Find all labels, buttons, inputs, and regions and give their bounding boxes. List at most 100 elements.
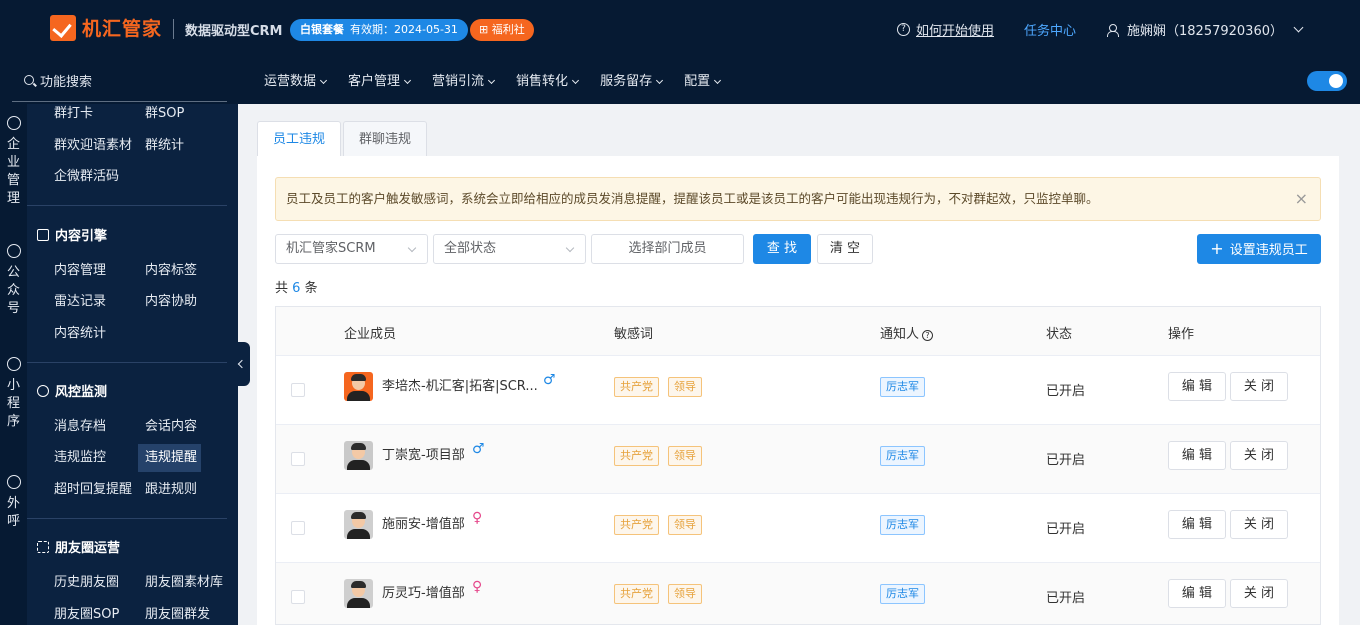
edit-button[interactable]: 编 辑 — [1168, 510, 1226, 539]
top-header: 机汇管家 数据驱动型CRM 白银套餐 有效期：2024-05-31 ⊞ 福利社 ?… — [0, 0, 1360, 59]
disable-button[interactable]: 关 闭 — [1230, 510, 1288, 539]
sidebar-item[interactable]: 消息存档 — [54, 413, 145, 441]
avatar-body — [347, 460, 370, 470]
main-content: 员工违规 群聊违规 员工及员工的客户触发敏感词，系统会立即给相应的成员发消息提醒… — [257, 104, 1339, 625]
avatar-body — [347, 391, 370, 401]
count-prefix: 共 — [275, 281, 289, 296]
sidebar-section-content[interactable]: 内容引擎 — [37, 225, 107, 244]
row-checkbox[interactable] — [291, 383, 305, 397]
menu-label: 客户管理 — [348, 74, 401, 89]
sidebar-item[interactable]: 雷达记录 — [54, 288, 145, 316]
member-name: 李培杰-机汇客|拓客|SCR... — [382, 379, 538, 394]
section-title: 内容引擎 — [55, 229, 108, 244]
sidebar-item[interactable]: 朋友圈群发 — [145, 601, 236, 625]
select-value: 机汇管家SCRM — [286, 241, 376, 256]
avatar-hair — [351, 512, 366, 519]
add-violation-employee-button[interactable]: + 设置违规员工 — [1197, 234, 1321, 264]
sidebar-item[interactable]: 内容管理 — [54, 257, 145, 285]
divider — [173, 19, 174, 39]
sidebar-item[interactable]: 企微群活码 — [54, 163, 145, 191]
task-center-link[interactable]: 任务中心 — [1024, 20, 1076, 39]
table-row: 施丽安-增值部 ♀ 共产党 领导 厉志军 已开启 编 辑 关 闭 — [276, 494, 1320, 563]
row-checkbox[interactable] — [291, 590, 305, 604]
sidebar-row: 雷达记录 内容协助 — [54, 288, 236, 316]
sidebar-item[interactable]: 内容统计 — [54, 320, 145, 348]
avatar-hair — [351, 443, 366, 450]
sidebar-item[interactable]: 朋友圈素材库 — [145, 569, 236, 597]
sidebar-item[interactable]: 历史朋友圈 — [54, 569, 145, 597]
edit-button[interactable]: 编 辑 — [1168, 579, 1226, 608]
member-name: 施丽安-增值部 — [382, 517, 465, 532]
sidebar-item[interactable]: 群统计 — [145, 132, 236, 160]
sidebar-item[interactable]: 跟进规则 — [145, 476, 236, 504]
sidebar-item[interactable]: 违规监控 — [54, 444, 145, 472]
disable-button[interactable]: 关 闭 — [1230, 579, 1288, 608]
menu-customers[interactable]: 客户管理 — [348, 59, 412, 104]
menu-config[interactable]: 配置 — [684, 59, 722, 104]
sidebar-item[interactable]: 内容标签 — [145, 257, 236, 285]
sidebar-item[interactable]: 内容协助 — [145, 288, 236, 316]
edit-button[interactable]: 编 辑 — [1168, 372, 1226, 401]
rail-official-account[interactable]: 公众号 — [0, 244, 27, 318]
question-icon: ? — [897, 23, 910, 36]
status-select[interactable]: 全部状态 — [433, 234, 586, 264]
avatar-hair — [351, 374, 366, 381]
column-label: 通知人 — [880, 327, 920, 342]
account-select[interactable]: 机汇管家SCRM — [275, 234, 428, 264]
sidebar-item-violation-alert[interactable]: 违规提醒 — [138, 444, 201, 472]
sidebar-item[interactable]: 群打卡 — [54, 104, 145, 128]
member-picker[interactable]: 选择部门成员 — [591, 234, 744, 264]
rail-outbound-call[interactable]: 外呼 — [0, 475, 27, 531]
sidebar-item[interactable]: 群欢迎语素材 — [54, 132, 145, 160]
edit-button[interactable]: 编 辑 — [1168, 441, 1226, 470]
user-menu[interactable]: 施娴娴（18257920360） — [1107, 20, 1304, 39]
notifier-tag: 厉志军 — [880, 584, 925, 604]
function-search[interactable]: 功能搜索 — [12, 59, 227, 102]
sidebar-section-risk[interactable]: 风控监测 — [37, 381, 107, 400]
menu-operations[interactable]: 运营数据 — [264, 59, 328, 104]
close-icon[interactable]: × — [1295, 178, 1308, 220]
sidebar-row: 消息存档 会话内容 — [54, 413, 236, 441]
keyword-tag: 共产党 — [614, 515, 659, 535]
sidebar-item[interactable]: 会话内容 — [145, 413, 236, 441]
plan-badge[interactable]: 白银套餐 有效期：2024-05-31 — [290, 19, 468, 41]
logo[interactable]: 机汇管家 — [50, 14, 162, 41]
row-checkbox[interactable] — [291, 452, 305, 466]
member-name: 丁崇宽-项目部 — [382, 448, 465, 463]
sidebar-row: 历史朋友圈 朋友圈素材库 — [54, 569, 236, 597]
status-text: 已开启 — [1046, 522, 1086, 537]
top-menu: 运营数据 客户管理 营销引流 销售转化 服务留存 配置 — [264, 59, 742, 104]
count-suffix: 条 — [304, 281, 318, 296]
menu-service[interactable]: 服务留存 — [600, 59, 664, 104]
rail-enterprise[interactable]: 企业管理 — [0, 116, 27, 208]
search-button[interactable]: 查 找 — [753, 234, 811, 264]
gift-badge[interactable]: ⊞ 福利社 — [470, 19, 534, 41]
sidebar-item[interactable]: 朋友圈SOP — [54, 601, 145, 625]
disable-button[interactable]: 关 闭 — [1230, 441, 1288, 470]
female-icon: ♀ — [472, 579, 483, 595]
help-label: 如何开始使用 — [916, 24, 995, 39]
content-panel: 员工及员工的客户触发敏感词，系统会立即给相应的成员发消息提醒，提醒该员工或是该员… — [257, 156, 1339, 625]
row-checkbox[interactable] — [291, 521, 305, 535]
avatar — [344, 441, 373, 470]
count-number: 6 — [292, 281, 301, 296]
sidebar-item[interactable]: 群SOP — [145, 104, 236, 128]
sidebar-section-moments[interactable]: 朋友圈运营 — [37, 537, 120, 556]
menu-sales[interactable]: 销售转化 — [516, 59, 580, 104]
menu-marketing[interactable]: 营销引流 — [432, 59, 496, 104]
chevron-down-icon — [319, 76, 328, 84]
sidebar-collapse-handle[interactable] — [236, 342, 250, 386]
clear-button[interactable]: 清 空 — [817, 234, 873, 264]
disable-button[interactable]: 关 闭 — [1230, 372, 1288, 401]
tab-group-violation[interactable]: 群聊违规 — [343, 121, 428, 157]
sidebar-item[interactable]: 超时回复提醒 — [54, 476, 145, 504]
rail-mini-program[interactable]: 小程序 — [0, 357, 27, 431]
keyword-tag: 共产党 — [614, 584, 659, 604]
question-icon[interactable]: ? — [922, 330, 934, 341]
table-row: 李培杰-机汇客|拓客|SCR... ♂ 共产党 领导 厉志军 已开启 编 辑 关… — [276, 356, 1320, 425]
theme-toggle[interactable] — [1307, 71, 1347, 91]
chevron-down-icon — [656, 76, 664, 84]
keyword-tag: 共产党 — [614, 377, 659, 397]
tab-employee-violation[interactable]: 员工违规 — [257, 121, 342, 157]
help-link[interactable]: ? 如何开始使用 — [897, 20, 994, 39]
